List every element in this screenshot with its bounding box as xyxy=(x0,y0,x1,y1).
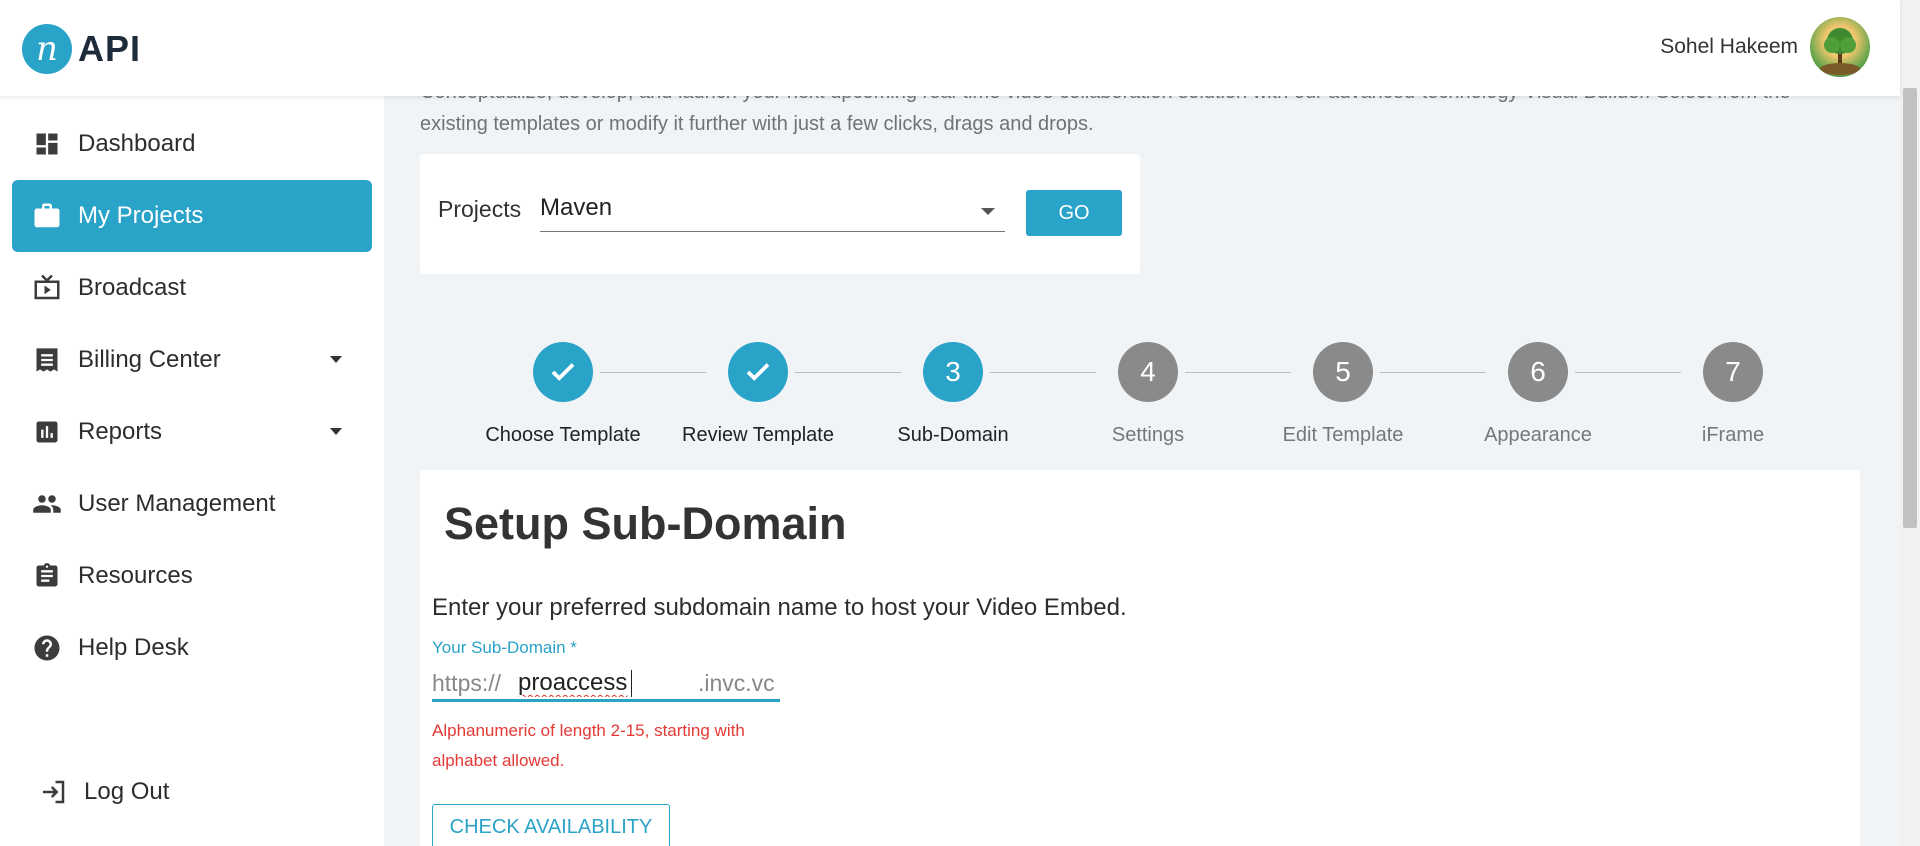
step-settings: 4 Settings xyxy=(1038,318,1258,447)
projects-label: Projects xyxy=(438,196,522,222)
sidebar-item-label: Reports xyxy=(78,418,163,445)
receipt-icon xyxy=(32,345,62,375)
logout-icon xyxy=(38,777,68,807)
logout-label: Log Out xyxy=(84,778,170,805)
sidebar-item-reports[interactable]: Reports xyxy=(12,396,372,468)
go-button[interactable]: GO xyxy=(1026,190,1122,236)
logout-button[interactable]: Log Out xyxy=(12,756,372,828)
sidebar-item-help-desk[interactable]: Help Desk xyxy=(12,612,372,684)
step-iframe: 7 iFrame xyxy=(1623,318,1843,447)
step-label: Settings xyxy=(1111,424,1185,446)
project-select-value: Maven xyxy=(540,194,613,221)
app-logo[interactable]: n API xyxy=(22,24,141,74)
sidebar-item-label: Help Desk xyxy=(78,634,189,661)
step-label: iFrame xyxy=(1701,424,1765,446)
step-label: Sub-Domain xyxy=(897,424,1009,446)
user-menu[interactable]: Sohel Hakeem xyxy=(1660,17,1870,77)
project-select[interactable]: Maven xyxy=(540,188,1005,232)
sidebar-item-user-management[interactable]: User Management xyxy=(12,468,372,540)
setup-title: Setup Sub-Domain xyxy=(444,498,847,549)
text-cursor xyxy=(631,670,632,697)
check-icon xyxy=(533,342,593,402)
tv-icon xyxy=(32,273,62,303)
subdomain-suffix: .invc.vc xyxy=(698,670,775,696)
sidebar-item-label: Resources xyxy=(78,562,193,589)
setup-description: Enter your preferred subdomain name to h… xyxy=(432,594,1127,621)
step-number: 3 xyxy=(923,342,983,402)
sidebar-item-label: User Management xyxy=(78,490,276,517)
sidebar-item-broadcast[interactable]: Broadcast xyxy=(12,252,372,324)
scrollbar-thumb[interactable] xyxy=(1903,88,1917,528)
step-number: 6 xyxy=(1508,342,1568,402)
step-label: Edit Template xyxy=(1282,424,1404,446)
help-icon xyxy=(32,633,62,663)
sidebar-item-resources[interactable]: Resources xyxy=(12,540,372,612)
bar-chart-icon xyxy=(32,417,62,447)
step-appearance: 6 Appearance xyxy=(1428,318,1648,447)
sidebar-item-billing-center[interactable]: Billing Center xyxy=(12,324,372,396)
check-availability-button[interactable]: CHECK AVAILABILITY xyxy=(432,804,670,846)
step-label: Appearance xyxy=(1484,424,1592,446)
sidebar-item-label: My Projects xyxy=(78,202,204,229)
subdomain-field[interactable]: https:// .invc.vc xyxy=(432,662,780,702)
step-choose-template[interactable]: Choose Template xyxy=(453,318,673,447)
briefcase-icon xyxy=(32,201,62,231)
sidebar-item-label: Broadcast xyxy=(78,274,187,301)
chevron-down-icon[interactable] xyxy=(330,356,342,363)
step-number: 7 xyxy=(1703,342,1763,402)
logo-text: API xyxy=(78,28,142,69)
step-number: 4 xyxy=(1118,342,1178,402)
project-selector-card: Projects Maven GO xyxy=(420,154,1140,274)
dropdown-arrow-icon[interactable] xyxy=(981,208,995,215)
wizard-stepper: Choose Template Review Template 3 Sub-Do… xyxy=(384,318,1900,446)
subdomain-label: Your Sub-Domain * xyxy=(432,638,577,657)
step-sub-domain[interactable]: 3 Sub-Domain xyxy=(843,318,1063,447)
sidebar-item-my-projects[interactable]: My Projects xyxy=(12,180,372,252)
subdomain-prefix: https:// xyxy=(432,670,502,696)
people-icon xyxy=(32,489,62,519)
user-name[interactable]: Sohel Hakeem xyxy=(1660,35,1798,59)
check-icon xyxy=(728,342,788,402)
setup-subdomain-card: Setup Sub-Domain Enter your preferred su… xyxy=(420,470,1860,846)
sidebar-item-label: Billing Center xyxy=(78,346,221,373)
step-edit-template: 5 Edit Template xyxy=(1233,318,1453,447)
subdomain-input[interactable] xyxy=(518,668,640,698)
step-label: Review Template xyxy=(682,424,834,446)
logo-mark: n xyxy=(22,24,72,74)
sidebar: Dashboard My Projects Broadcast Billing … xyxy=(0,96,384,846)
step-review-template[interactable]: Review Template xyxy=(648,318,868,447)
top-header: n API Sohel Hakeem xyxy=(0,0,1900,96)
clipboard-icon xyxy=(32,561,62,591)
tree-avatar-icon xyxy=(1820,28,1860,75)
page-scrollbar[interactable] xyxy=(1900,0,1920,846)
step-label: Choose Template xyxy=(485,424,641,446)
dashboard-icon xyxy=(32,129,62,159)
sidebar-item-dashboard[interactable]: Dashboard xyxy=(12,108,372,180)
subdomain-error: Alphanumeric of length 2-15, starting wi… xyxy=(432,721,745,770)
step-number: 5 xyxy=(1313,342,1373,402)
avatar[interactable] xyxy=(1810,17,1870,77)
sidebar-item-label: Dashboard xyxy=(78,130,196,157)
main-content: Conceptualize, develop, and launch your … xyxy=(384,81,1900,846)
chevron-down-icon[interactable] xyxy=(330,428,342,435)
